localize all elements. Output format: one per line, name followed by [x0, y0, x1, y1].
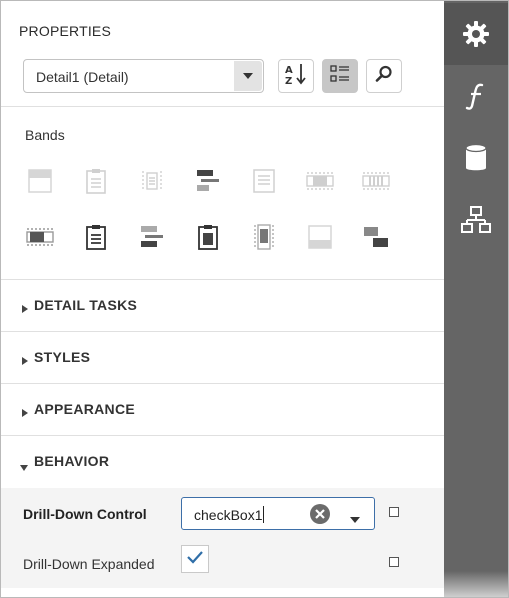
detail-band-icon[interactable] — [248, 165, 280, 197]
section-appearance[interactable]: APPEARANCE — [1, 384, 444, 435]
report-header-band-icon[interactable] — [80, 165, 112, 197]
property-marker-box[interactable] — [389, 507, 399, 517]
divider — [1, 106, 444, 107]
chevron-down-icon[interactable] — [350, 510, 360, 528]
categories-icon — [329, 63, 351, 90]
checkmark-icon — [186, 550, 204, 569]
database-icon — [464, 143, 488, 173]
report-designer-properties-window: PROPERTIES Detail1 (Detail) A Z Bands DE… — [0, 0, 509, 598]
section-label: APPEARANCE — [34, 401, 136, 417]
tab-field-list[interactable] — [444, 127, 508, 189]
categorized-view-button[interactable] — [322, 59, 358, 93]
drill-down-expanded-checkbox[interactable] — [181, 545, 209, 573]
rail-fade — [444, 571, 508, 597]
triangle-right-icon — [22, 404, 28, 422]
triangle-right-icon — [22, 352, 28, 370]
section-label: DETAIL TASKS — [34, 297, 138, 313]
triangle-down-icon — [20, 458, 28, 476]
section-styles[interactable]: STYLES — [1, 332, 444, 383]
bands-label: Bands — [25, 127, 65, 143]
hierarchy-icon — [461, 205, 491, 235]
bottom-margin-band-icon[interactable] — [304, 221, 336, 253]
component-selector[interactable]: Detail1 (Detail) — [23, 59, 264, 93]
group-header-band-2-icon[interactable] — [136, 221, 168, 253]
clear-icon[interactable] — [309, 503, 331, 525]
panel-title: PROPERTIES — [19, 23, 111, 39]
property-marker-box[interactable] — [389, 557, 399, 567]
function-icon — [464, 82, 488, 110]
detail-report-band-icon[interactable] — [304, 165, 336, 197]
gear-icon — [462, 20, 490, 48]
properties-panel: PROPERTIES Detail1 (Detail) A Z Bands DE… — [1, 1, 444, 597]
group-header-band-icon[interactable] — [192, 165, 224, 197]
selector-value: Detail1 (Detail) — [36, 69, 129, 85]
drill-down-expanded-label: Drill-Down Expanded — [23, 556, 155, 572]
drill-down-control-value[interactable]: checkBox1 — [194, 506, 265, 523]
sort-alphabetical-button[interactable]: A Z — [278, 59, 314, 93]
section-behavior[interactable]: BEHAVIOR — [1, 436, 444, 487]
tab-properties[interactable] — [444, 3, 508, 65]
vertical-band-icon[interactable] — [248, 221, 280, 253]
svg-text:A: A — [285, 65, 293, 76]
vertical-header-band-icon[interactable] — [360, 221, 392, 253]
search-icon — [374, 64, 394, 89]
svg-text:Z: Z — [285, 76, 292, 86]
drill-down-control-combobox[interactable]: checkBox1 — [181, 497, 375, 530]
triangle-right-icon — [22, 300, 28, 318]
section-label: BEHAVIOR — [34, 453, 110, 469]
top-margin-band-icon[interactable] — [24, 165, 56, 197]
page-header-band-icon[interactable] — [136, 165, 168, 197]
report-footer-band-icon[interactable] — [80, 221, 112, 253]
group-footer-band-icon[interactable] — [24, 221, 56, 253]
chevron-down-icon[interactable] — [234, 61, 262, 91]
section-detail-tasks[interactable]: DETAIL TASKS — [1, 280, 444, 331]
sub-band-icon[interactable] — [360, 165, 392, 197]
drill-down-control-label: Drill-Down Control — [23, 506, 147, 522]
tab-expressions[interactable] — [444, 65, 508, 127]
sort-az-icon: A Z — [284, 62, 308, 91]
search-button[interactable] — [366, 59, 402, 93]
tab-report-explorer[interactable] — [444, 189, 508, 251]
page-footer-band-icon[interactable] — [192, 221, 224, 253]
tab-rail — [444, 1, 508, 597]
section-label: STYLES — [34, 349, 91, 365]
